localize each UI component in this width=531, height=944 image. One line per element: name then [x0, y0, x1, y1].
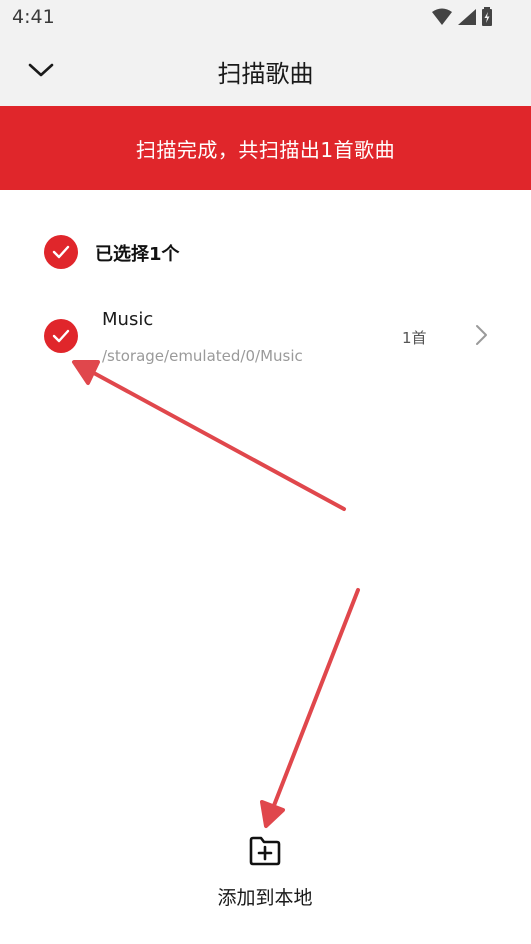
scan-result-text: 扫描完成，共扫描出1首歌曲 [135, 137, 396, 162]
annotation-arrow [72, 360, 346, 511]
folder-name: Music [102, 309, 154, 330]
folder-path: /storage/emulated/0/Music [102, 347, 303, 365]
status-time: 4:41 [12, 6, 55, 28]
select-all-checkbox[interactable] [44, 235, 78, 269]
add-to-local-button[interactable]: 添加到本地 [195, 830, 335, 916]
status-icons [431, 7, 493, 27]
annotation-arrow [260, 588, 360, 828]
signal-icon [458, 9, 476, 25]
header: 扫描歌曲 [0, 36, 531, 106]
check-icon [52, 329, 70, 343]
folder-checkbox[interactable] [44, 319, 78, 353]
chevron-right-icon [476, 325, 487, 345]
wifi-icon [432, 8, 452, 25]
scan-result-banner: 扫描完成，共扫描出1首歌曲 [0, 106, 531, 190]
folder-detail-button[interactable] [470, 322, 492, 348]
page-title: 扫描歌曲 [217, 60, 314, 88]
folder-add-icon [249, 836, 281, 866]
check-icon [52, 245, 70, 259]
selected-count-label: 已选择1个 [95, 244, 180, 265]
status-bar: 4:41 [0, 0, 531, 36]
add-to-local-label: 添加到本地 [217, 887, 313, 909]
folder-song-count: 1首 [402, 329, 427, 347]
battery-icon [482, 7, 492, 26]
